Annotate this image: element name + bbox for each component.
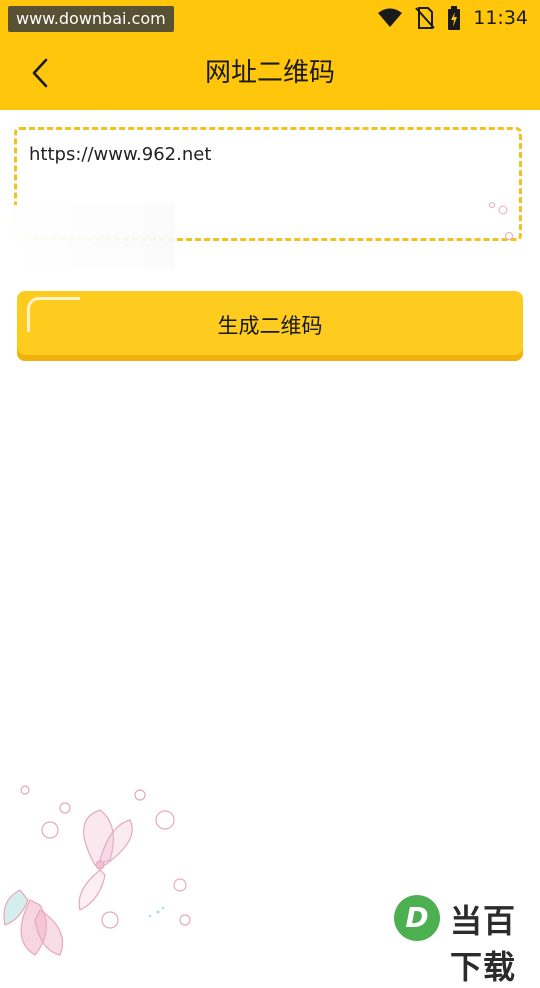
blur-overlay xyxy=(10,205,175,267)
wifi-icon xyxy=(378,8,403,27)
brand-logo-letter: D xyxy=(405,901,429,934)
brand-name: 当百下载 xyxy=(450,902,517,986)
flower-decoration-icon xyxy=(489,202,513,240)
generate-qr-button[interactable]: 生成二维码 xyxy=(17,291,523,361)
brand-watermark: D 当百下载 xyxy=(308,890,540,986)
chevron-left-icon xyxy=(32,58,48,88)
flower-illustration xyxy=(3,785,191,956)
status-icons: 11:34 xyxy=(377,4,528,32)
brand-logo-icon: D xyxy=(394,895,440,941)
page-title: 网址二维码 xyxy=(204,58,335,88)
back-button[interactable] xyxy=(18,50,64,96)
status-bar: www.downbai.com 11:34 xyxy=(0,0,540,36)
status-time: 11:34 xyxy=(473,7,528,29)
generate-qr-label: 生成二维码 xyxy=(217,314,323,338)
battery-charging-icon xyxy=(448,6,461,30)
app-bar: 网址二维码 xyxy=(0,36,540,110)
watermark-label: www.downbai.com xyxy=(8,6,174,32)
no-sim-icon xyxy=(415,7,435,29)
